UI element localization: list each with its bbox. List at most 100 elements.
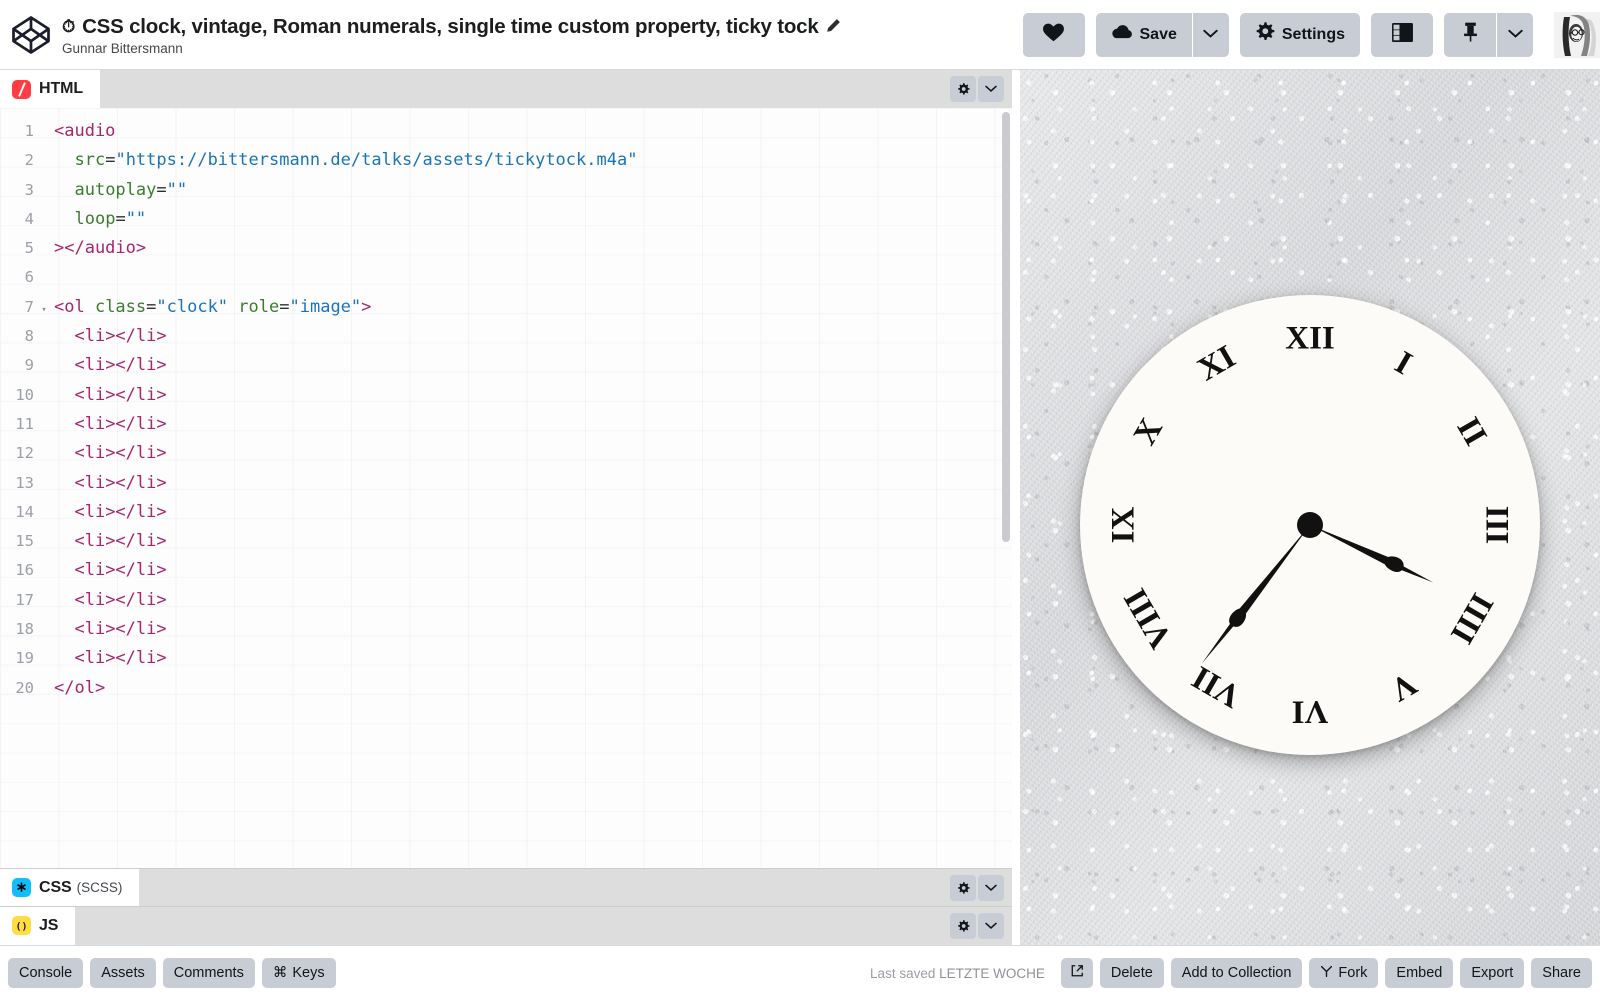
editor-scrollbar-thumb[interactable] [1002, 112, 1010, 542]
html-settings-button[interactable] [950, 76, 976, 102]
bottom-button-label: Export [1471, 965, 1514, 981]
clock-numeral-label: VIII [1117, 582, 1180, 655]
code-text: <li></li> [74, 355, 167, 376]
preview-pane[interactable]: XII I II III IIII V VI VII VIII IX X XI [1020, 70, 1600, 945]
clock-numeral-label: IIII [1443, 587, 1500, 650]
tab-html-label: HTML [39, 80, 84, 97]
bottom-button-add-to-collection[interactable]: Add to Collection [1170, 958, 1303, 988]
js-language-icon: () [12, 916, 31, 935]
topbar-action-group: Save Settings [1022, 11, 1600, 58]
clock-face: XII I II III IIII V VI VII VIII IX X XI [1080, 295, 1540, 755]
bottom-left-buttons: Console Assets Comments ⌘ Keys [8, 958, 336, 988]
pen-author[interactable]: Gunnar Bittersmann [62, 41, 1023, 56]
bottom-button-label: Fork [1338, 965, 1368, 981]
layout-panels-icon [1391, 22, 1413, 47]
pane-tools-css [950, 875, 1004, 901]
html-code-editor[interactable]: 1 <audio 2 src="https://bittersmann.de/tal… [0, 108, 1012, 868]
pin-options-button[interactable] [1497, 12, 1533, 57]
layout-group [1371, 12, 1433, 57]
clock-numeral-label: XII [1285, 320, 1335, 357]
tab-js[interactable]: () JS [0, 906, 76, 945]
line-number: 5 [24, 239, 34, 258]
code-line: 18 <li></li> [0, 615, 1012, 644]
save-label: Save [1139, 25, 1177, 43]
settings-button[interactable]: Settings [1239, 12, 1360, 57]
code-text: <li></li> [74, 619, 167, 640]
change-view-button[interactable] [1371, 12, 1433, 57]
bottom-button-label: Embed [1396, 965, 1443, 981]
bottom-button-console[interactable]: Console [8, 958, 84, 988]
pane-header-html: HTML [0, 70, 1012, 108]
heart-icon [1043, 23, 1064, 47]
css-collapse-button[interactable] [978, 875, 1004, 901]
bottom-button-external-link[interactable] [1060, 958, 1093, 988]
code-line: 9 <li></li> [0, 351, 1012, 380]
bottom-button-assets[interactable]: Assets [90, 958, 156, 988]
clock-numeral-label: IX [1105, 506, 1142, 544]
code-text: <li></li> [74, 648, 167, 669]
save-options-button[interactable] [1192, 12, 1229, 57]
line-number: 14 [15, 502, 34, 521]
command-key-icon: ⌘ [272, 965, 288, 981]
code-text: src="https://bittersmann.de/talks/assets… [74, 150, 638, 171]
save-button[interactable]: Save [1095, 12, 1192, 57]
tab-css[interactable]: ∗ CSS (SCSS) [0, 868, 140, 907]
tab-css-preprocessor: (SCSS) [76, 880, 123, 895]
bottom-button-comments[interactable]: Comments [162, 958, 255, 988]
line-number: 18 [15, 620, 34, 639]
bottom-button-fork[interactable]: Fork [1309, 958, 1379, 988]
code-line: 11 <li></li> [0, 410, 1012, 439]
line-number: 19 [15, 649, 34, 668]
clock-numeral-label: V [1383, 664, 1423, 709]
code-text: <ol class="clock" role="image"> [54, 296, 372, 317]
js-collapse-button[interactable] [978, 913, 1004, 939]
codepen-logo-icon[interactable] [8, 12, 54, 58]
code-text: <li></li> [74, 501, 167, 522]
line-number: 20 [15, 678, 34, 697]
avatar[interactable] [1554, 11, 1600, 58]
code-text: <audio [54, 121, 116, 141]
html-language-icon [12, 79, 31, 99]
editor-column: HTML 1 <audio 2 src="https://bittersmann.d… [0, 70, 1012, 945]
tab-js-label: JS [39, 916, 59, 934]
love-button[interactable] [1022, 12, 1085, 57]
pin-button[interactable] [1444, 12, 1496, 57]
line-number: 7 [24, 297, 34, 316]
external-link-icon [1070, 964, 1084, 982]
gear-icon [1255, 22, 1275, 47]
line-number: 9 [24, 356, 34, 375]
css-settings-button[interactable] [950, 875, 976, 901]
code-line: 14 <li></li> [0, 498, 1012, 527]
tab-html[interactable]: HTML [0, 70, 101, 108]
bottom-button-delete[interactable]: Delete [1099, 958, 1164, 988]
js-settings-button[interactable] [950, 913, 976, 939]
bottom-button-export[interactable]: Export [1460, 958, 1525, 988]
line-number: 3 [24, 180, 34, 199]
code-line: 13 <li></li> [0, 469, 1012, 498]
bottom-right-buttons: Last saved LETZTE WOCHE Delete Add to Col… [870, 958, 1592, 988]
code-fold-toggle[interactable]: ▾ [38, 296, 50, 325]
bottom-button-keys[interactable]: ⌘ Keys [261, 958, 336, 988]
line-number: 8 [24, 327, 34, 346]
bottom-toolbar: Console Assets Comments ⌘ Keys Last saved LE… [0, 945, 1600, 1000]
svg-text:∗: ∗ [16, 879, 28, 895]
bottom-button-label: Keys [292, 965, 325, 981]
bottom-button-share[interactable]: Share [1531, 958, 1592, 988]
editor-scrollbar[interactable] [1000, 108, 1012, 868]
clock-numeral-label: XI [1191, 338, 1242, 389]
save-group: Save [1095, 12, 1229, 57]
pencil-icon[interactable] [826, 18, 841, 37]
code-line: 1 <audio [0, 117, 1012, 146]
last-saved-status: Last saved LETZTE WOCHE [870, 966, 1045, 981]
bottom-button-embed[interactable]: Embed [1385, 958, 1454, 988]
pen-meta: ⏱ CSS clock, vintage, Roman numerals, si… [62, 13, 1023, 56]
love-group [1022, 12, 1085, 57]
clock-center-cap [1297, 512, 1323, 538]
line-number: 2 [24, 151, 34, 170]
page-title: ⏱ CSS clock, vintage, Roman numerals, si… [62, 15, 1023, 39]
html-collapse-button[interactable] [978, 76, 1004, 102]
line-number: 15 [15, 532, 34, 551]
svg-text:(): () [15, 921, 27, 932]
line-number: 16 [15, 561, 34, 580]
bottom-button-label: Console [19, 965, 73, 981]
